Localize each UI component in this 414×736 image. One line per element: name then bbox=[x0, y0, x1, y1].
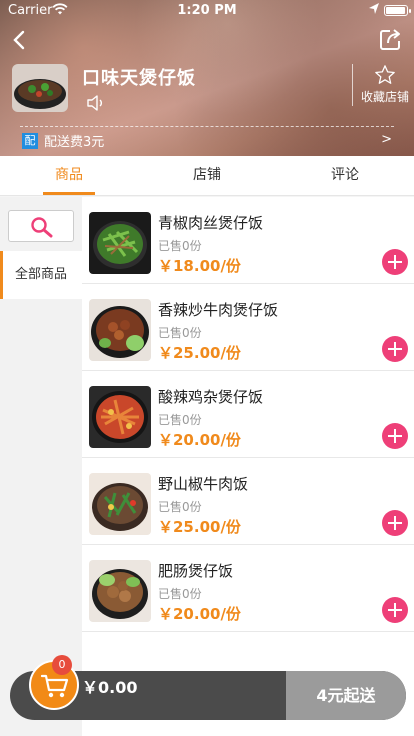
product-name: 野山椒牛肉饭 bbox=[158, 475, 249, 493]
product-image bbox=[89, 212, 151, 274]
back-arrow-icon[interactable] bbox=[8, 28, 32, 52]
product-sold: 已售0份 bbox=[158, 587, 202, 601]
product-item[interactable]: 野山椒牛肉饭 已售0份 ￥25.00/份 bbox=[82, 458, 414, 545]
search-button[interactable] bbox=[8, 210, 74, 242]
category-item-all[interactable]: 全部商品 bbox=[0, 251, 82, 299]
product-name: 肥肠煲仔饭 bbox=[158, 562, 234, 580]
product-name: 酸辣鸡杂煲仔饭 bbox=[158, 388, 264, 406]
product-price: ￥20.00/份 bbox=[158, 605, 241, 623]
product-image bbox=[89, 386, 151, 448]
share-icon[interactable] bbox=[376, 26, 404, 54]
status-time: 1:20 PM bbox=[177, 3, 237, 18]
delivery-info: 配 配送费3元 bbox=[22, 131, 104, 150]
product-image bbox=[89, 473, 151, 535]
add-to-cart-button[interactable] bbox=[382, 249, 408, 275]
add-to-cart-button[interactable] bbox=[382, 423, 408, 449]
location-arrow-icon bbox=[369, 3, 379, 14]
product-list: 青椒肉丝煲仔饭 已售0份 ￥18.00/份 香辣炒牛肉煲仔饭 已售0份 ￥25.… bbox=[82, 197, 414, 736]
tab-store[interactable]: 店铺 bbox=[138, 156, 276, 195]
cart-total: ￥0.00 bbox=[82, 678, 138, 697]
product-price: ￥25.00/份 bbox=[158, 518, 241, 536]
product-name: 香辣炒牛肉煲仔饭 bbox=[158, 301, 279, 319]
tab-bar: 商品 店铺 评论 bbox=[0, 156, 414, 196]
product-item[interactable]: 酸辣鸡杂煲仔饭 已售0份 ￥20.00/份 bbox=[82, 371, 414, 458]
delivery-fee: 配送费3元 bbox=[44, 135, 105, 150]
add-to-cart-button[interactable] bbox=[382, 510, 408, 536]
battery-icon bbox=[384, 5, 411, 16]
store-header: Carrier 1:20 PM 口味天煲仔饭 收藏店铺 配 配送费3元 > bbox=[0, 0, 414, 156]
status-bar: Carrier 1:20 PM bbox=[0, 0, 414, 22]
product-item[interactable]: 香辣炒牛肉煲仔饭 已售0份 ￥25.00/份 bbox=[82, 284, 414, 371]
shopping-cart-icon bbox=[41, 674, 69, 698]
product-sold: 已售0份 bbox=[158, 326, 202, 340]
product-sold: 已售0份 bbox=[158, 413, 202, 427]
speaker-icon[interactable] bbox=[86, 94, 106, 112]
product-sold: 已售0份 bbox=[158, 239, 202, 253]
favorite-divider bbox=[352, 64, 353, 106]
header-dashed-divider bbox=[20, 126, 394, 127]
tab-products[interactable]: 商品 bbox=[0, 156, 138, 195]
product-image bbox=[89, 560, 151, 622]
product-price: ￥18.00/份 bbox=[158, 257, 241, 275]
favorite-label: 收藏店铺 bbox=[360, 90, 409, 104]
product-name: 青椒肉丝煲仔饭 bbox=[158, 214, 264, 232]
add-to-cart-button[interactable] bbox=[382, 597, 408, 623]
product-image bbox=[89, 299, 151, 361]
product-price: ￥25.00/份 bbox=[158, 344, 241, 362]
tab-reviews[interactable]: 评论 bbox=[276, 156, 414, 195]
star-icon bbox=[375, 65, 395, 84]
category-sidebar: 全部商品 bbox=[0, 197, 82, 736]
product-item[interactable]: 青椒肉丝煲仔饭 已售0份 ￥18.00/份 bbox=[82, 197, 414, 284]
search-icon bbox=[31, 217, 53, 238]
delivery-tag: 配 bbox=[22, 132, 38, 149]
product-sold: 已售0份 bbox=[158, 500, 202, 514]
store-logo bbox=[12, 64, 68, 112]
delivery-more-arrow[interactable]: > bbox=[381, 132, 392, 147]
store-name: 口味天煲仔饭 bbox=[82, 68, 196, 89]
product-price: ￥20.00/份 bbox=[158, 431, 241, 449]
favorite-store-button[interactable]: 收藏店铺 bbox=[356, 64, 414, 105]
add-to-cart-button[interactable] bbox=[382, 336, 408, 362]
product-item[interactable]: 肥肠煲仔饭 已售0份 ￥20.00/份 bbox=[82, 545, 414, 632]
cart-count-badge: 0 bbox=[52, 655, 72, 675]
min-order-button[interactable]: 4元起送 bbox=[286, 671, 406, 720]
